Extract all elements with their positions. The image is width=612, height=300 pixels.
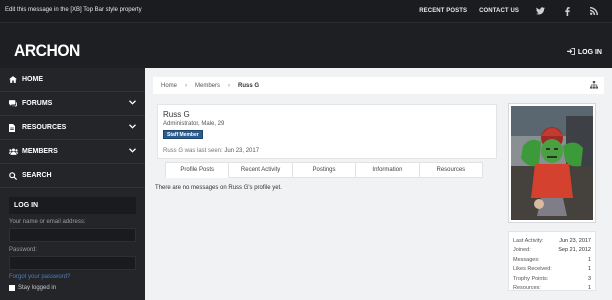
avatar[interactable] <box>508 103 596 223</box>
stat-label: Resources: <box>513 285 541 292</box>
stat-label: Likes Received: <box>513 266 552 273</box>
header-login-label: LOG IN <box>577 49 602 56</box>
stat-row: Resources: 1 <box>513 284 591 294</box>
stat-value[interactable]: 1 <box>588 285 591 291</box>
chevron-right-icon: › <box>185 82 188 89</box>
last-seen: Russ G was last seen: Jun 23, 2017 <box>163 148 259 154</box>
sidebar: HOME FORUMS RESOURCES MEMBERS SEARCH LOG… <box>0 68 145 300</box>
tab-information[interactable]: Information <box>356 162 420 178</box>
nav-label-resources: RESOURCES <box>22 124 67 131</box>
users-icon <box>9 148 19 155</box>
password-input[interactable] <box>9 256 136 270</box>
breadcrumb-home[interactable]: Home <box>161 83 177 89</box>
username-label: Your name or email address: <box>9 219 86 225</box>
nav-item-home[interactable]: HOME <box>0 68 145 92</box>
nav-item-resources[interactable]: RESOURCES <box>0 116 145 140</box>
chevron-down-icon[interactable] <box>129 124 136 131</box>
stat-label: Messages: <box>513 256 540 263</box>
rss-icon[interactable] <box>585 0 603 22</box>
tab-resources[interactable]: Resources <box>419 162 484 178</box>
sidebar-login-form: LOG IN Your name or email address: Passw… <box>9 197 136 291</box>
top-bar-message: Edit this message in the [XB] Top Bar st… <box>5 7 142 13</box>
recent-posts-link[interactable]: RECENT POSTS <box>419 8 467 14</box>
avatar-image <box>511 106 593 220</box>
password-label: Password: <box>9 247 38 253</box>
top-bar: Edit this message in the [XB] Top Bar st… <box>0 0 612 22</box>
chevron-down-icon[interactable] <box>129 100 136 107</box>
facebook-icon[interactable] <box>558 0 576 22</box>
breadcrumb-members[interactable]: Members <box>195 83 220 89</box>
stat-row: Messages: 1 <box>513 255 591 265</box>
no-messages-text: There are no messages on Russ G's profil… <box>155 185 282 191</box>
last-seen-value: Jun 23, 2017 <box>224 148 260 154</box>
stat-label: Trophy Points: <box>513 275 549 282</box>
last-seen-label: Russ G was last seen: <box>163 148 223 154</box>
nav-label-members: MEMBERS <box>22 148 58 155</box>
nav-item-members[interactable]: MEMBERS <box>0 140 145 164</box>
nav-label-home: HOME <box>22 76 43 83</box>
stat-value: 1 <box>587 266 591 273</box>
stat-row: Likes Received: 1 <box>513 265 591 275</box>
stat-row: Joined: Sep 21, 2012 <box>513 246 591 256</box>
stat-value: Jun 23, 2017 <box>559 237 591 244</box>
contact-us-link[interactable]: CONTACT US <box>479 8 519 14</box>
stay-logged-in-option[interactable]: Stay logged in <box>9 285 136 291</box>
twitter-icon[interactable] <box>531 0 549 22</box>
member-stats: Last Activity: Jun 23, 2017 Joined: Sep … <box>508 231 596 291</box>
top-bar-links: RECENT POSTS CONTACT US <box>419 0 612 22</box>
file-icon <box>9 123 19 132</box>
site-logo[interactable]: ARCHON <box>14 41 80 61</box>
forgot-password-link[interactable]: Forgot your password? <box>9 274 136 280</box>
stay-logged-in-label: Stay logged in <box>18 285 57 291</box>
nav-label-forums: FORUMS <box>22 100 53 107</box>
stat-label: Last Activity: <box>513 237 544 244</box>
comments-icon <box>9 100 19 107</box>
nav-item-search[interactable]: SEARCH <box>0 164 145 188</box>
site-header: ARCHON LOG IN <box>0 22 612 68</box>
profile-name[interactable]: Russ G <box>163 110 190 119</box>
stat-row: Trophy Points: 3 <box>513 274 591 284</box>
header-login-button[interactable]: LOG IN <box>566 48 602 57</box>
staff-badge: Staff Member <box>163 130 203 139</box>
chevron-right-icon: › <box>228 82 231 89</box>
chevron-down-icon[interactable] <box>129 148 136 155</box>
stat-row: Last Activity: Jun 23, 2017 <box>513 236 591 246</box>
sitemap-icon[interactable] <box>590 81 598 91</box>
sign-in-icon <box>566 48 575 57</box>
tab-postings[interactable]: Postings <box>292 162 357 178</box>
username-input[interactable] <box>9 228 136 242</box>
profile-tabs: Profile Posts Recent Activity Postings I… <box>165 162 484 178</box>
profile-card: Russ G Administrator, Male, 29 Staff Mem… <box>157 104 497 159</box>
breadcrumb-current[interactable]: Russ G <box>238 83 259 89</box>
stat-value: Sep 21, 2012 <box>558 247 591 254</box>
search-icon <box>9 171 19 180</box>
breadcrumb: Home › Members › Russ G <box>153 77 604 94</box>
tab-profile-posts[interactable]: Profile Posts <box>165 162 230 178</box>
main-content: Home › Members › Russ G Russ G Administr… <box>145 68 612 300</box>
nav-label-search: SEARCH <box>22 172 52 179</box>
stat-value[interactable]: 3 <box>588 276 591 282</box>
home-icon <box>9 76 19 83</box>
stat-label: Joined: <box>513 247 531 254</box>
stat-value[interactable]: 1 <box>588 257 591 263</box>
stay-logged-in-checkbox[interactable] <box>9 285 15 291</box>
profile-info: Administrator, Male, 29 <box>163 121 225 127</box>
nav-item-forums[interactable]: FORUMS <box>0 92 145 116</box>
tab-recent-activity[interactable]: Recent Activity <box>229 162 293 178</box>
login-title: LOG IN <box>9 197 136 214</box>
